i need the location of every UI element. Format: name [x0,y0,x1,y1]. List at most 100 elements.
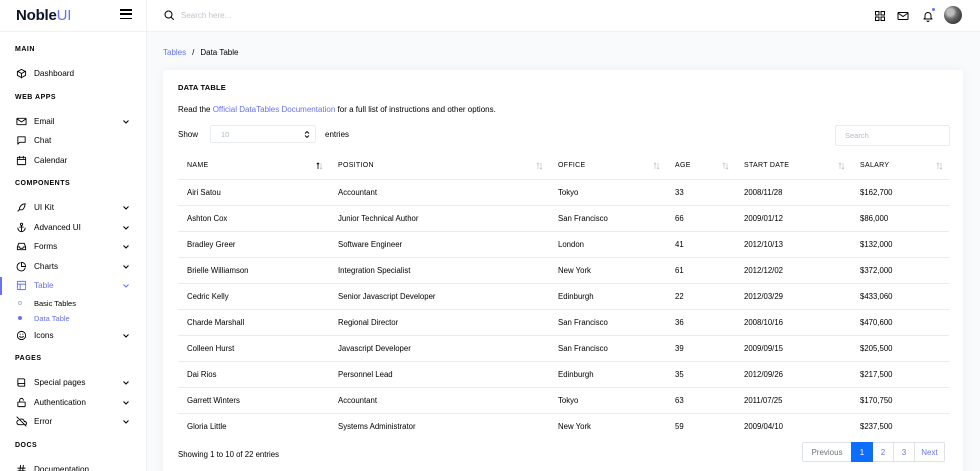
column-header-office[interactable]: OFFICE [549,152,666,180]
column-header-age[interactable]: AGE [666,152,735,180]
cell-name: Bradley Greer [178,231,329,258]
mail-icon[interactable] [897,9,909,21]
pagination-page-3[interactable]: 3 [893,442,915,462]
cell-age: 63 [666,387,735,414]
sidebar-item-label: Documentation [34,464,90,471]
sidebar-item-label: Authentication [34,397,86,407]
nav-category-pages: PAGES [15,355,42,362]
apps-grid-icon[interactable] [874,9,886,21]
cell-office: Edinburgh [549,361,666,388]
cell-office: New York [549,257,666,284]
sidebar-item-forms[interactable]: Forms [0,237,146,257]
chevron-down-icon [123,400,129,405]
layout-icon [16,280,27,291]
search-input[interactable] [181,8,381,22]
column-header-salary[interactable]: SALARY [851,152,949,180]
feather-icon [16,202,27,213]
sidebar-item-label: Special pages [34,378,86,388]
sidebar-header: NobleUI [0,0,146,32]
sidebar-item-table[interactable]: Table [0,276,146,296]
sidebar-toggle-icon[interactable] [120,9,132,19]
pie-chart-icon [16,261,27,272]
entries-length-control: Show 10 entries [178,125,349,143]
cell-age: 35 [666,361,735,388]
sidebar-item-chat[interactable]: Chat [0,131,146,151]
hash-icon [16,464,27,471]
cell-start-date: 2012/10/13 [735,231,851,258]
sidebar-item-email[interactable]: Email [0,112,146,132]
avatar[interactable] [944,6,962,24]
card-title: DATA TABLE [178,83,226,92]
sidebar-item-label: Charts [34,261,59,271]
nav-category-components: COMPONENTS [15,180,71,187]
sidebar-subitem-data-table[interactable]: Data Table [0,311,146,326]
sidebar-item-special-pages[interactable]: Special pages [0,373,146,393]
sidebar-item-error[interactable]: Error [0,412,146,432]
table-search-input[interactable] [835,125,950,146]
cell-position: Systems Administrator [338,421,416,431]
chevron-down-icon [123,119,129,124]
sidebar-subitem-basic-tables[interactable]: Basic Tables [0,296,146,311]
column-header-position[interactable]: POSITION [329,152,549,180]
cell-age: 33 [666,179,735,206]
chevron-down-icon [123,264,129,269]
breadcrumb-current: Data Table [200,48,239,57]
sidebar-item-authentication[interactable]: Authentication [0,393,146,413]
cell-position: Senior Javascript Developer [329,283,549,310]
sidebar-item-documentation[interactable]: Documentation [0,460,146,471]
cell-office: San Francisco [549,205,666,232]
pagination-page-1[interactable]: 1 [851,442,873,462]
cell-start-date: 2011/07/25 [735,387,851,414]
sidebar-subitem-label: Data Table [34,313,70,323]
chevron-down-icon [123,381,129,385]
column-header-name[interactable]: NAME [178,152,329,180]
message-icon [16,135,27,146]
select-arrows-icon [304,130,310,139]
nav-category-docs: DOCS [15,441,38,449]
pagination-previous-button[interactable]: Previous [802,442,852,462]
cell-age: 22 [666,283,735,310]
entries-select-value: 10 [221,129,230,139]
entries-select[interactable]: 10 [210,125,317,143]
cell-start-date: 2012/03/29 [735,283,851,310]
sidebar-item-icons[interactable]: Icons [0,326,146,346]
table-row: Garrett Winters Accountant Tokyo 63 2011/07/… [178,387,949,414]
nav-category-web-apps: WEB APPS [15,93,57,101]
breadcrumb-tables-link[interactable]: Tables [163,48,186,57]
pagination-page-2[interactable]: 2 [872,442,894,462]
table-row: Airi Satou Accountant Tokyo 33 2008/11/28 $16… [178,179,949,206]
cell-position: Junior Technical Author [329,205,549,232]
cell-start-date: 2008/10/16 [735,309,851,336]
bullet-icon [18,316,22,320]
cell-start-date: 2008/11/28 [735,179,851,206]
sidebar-item-calendar[interactable]: Calendar [0,151,146,171]
brand-accent: UI [56,7,72,24]
sidebar-item-advanced-ui[interactable]: Advanced UI [0,218,146,238]
chevron-down-icon [123,225,129,230]
sidebar-item-dashboard[interactable]: Dashboard [0,64,146,84]
pagination-next-button[interactable]: Next [914,442,945,462]
sidebar-item-ui-kit[interactable]: UI Kit [0,198,146,218]
anchor-icon [16,222,27,233]
cell-office: San Francisco [549,335,666,362]
table-row: Colleen Hurst Javascript Developer San Fra… [178,335,949,362]
cell-start-date: 2012/09/26 [735,361,851,388]
cell-start-date: 2012/12/02 [735,257,851,284]
sidebar: NobleUI MAIN Dashboard WEB APPS Email Chat Ca… [0,0,147,471]
table-header-row: NAME POSITION OFFICE AGE START DATE SALARY [178,152,949,180]
sort-arrows-icon [722,162,729,170]
cell-position: Javascript Developer [329,335,549,362]
calendar-icon [16,155,27,166]
datatables-docs-link[interactable]: Official DataTables Documentation [213,105,336,114]
column-header-start-date[interactable]: START DATE [735,152,851,180]
sidebar-item-label: Forms [34,242,58,252]
notification-dot [932,8,935,11]
cell-age: 36 [666,309,735,336]
brand-logo[interactable]: NobleUI [16,7,71,24]
bell-icon[interactable] [922,8,935,22]
cell-salary: $470,600 [851,309,949,336]
cell-start-date: 2009/04/10 [744,421,784,431]
bullet-icon [18,301,22,305]
sidebar-item-charts[interactable]: Charts [0,257,146,277]
sidebar-item-label: Calendar [34,155,68,165]
